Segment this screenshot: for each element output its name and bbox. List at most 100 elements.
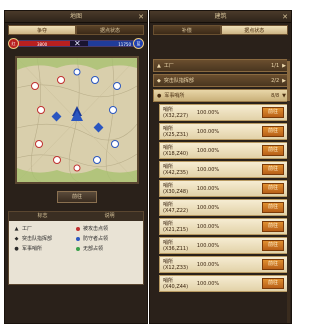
outpost-row: 哨所(X21,Z15) 100.00% 前往 [159, 218, 288, 235]
outpost-row: 哨所(X32,Z27) 100.00% 前往 [159, 104, 288, 121]
outpost-row: 哨所(X42,Z35) 100.00% 前往 [159, 161, 288, 178]
outpost-durability: 100.00% [196, 128, 220, 135]
outpost-durability: 100.00% [196, 204, 220, 211]
tab-compensation[interactable]: 补偿 [153, 25, 221, 35]
legend-header: 标志 说明 [9, 212, 143, 221]
outpost-go-button[interactable]: 前往 [262, 126, 284, 137]
tab-stronghold-status[interactable]: 据点状态 [76, 25, 144, 35]
outpost-name: 哨所(X47,Z22) [163, 202, 189, 214]
close-icon[interactable]: ✕ [282, 12, 288, 22]
legend-header-symbol: 标志 [37, 213, 48, 219]
map-panel: 地图 ✕ 争夺 据点状态 3800 11750 红 ✕ 蓝 前往 标志 说明 ▲… [4, 10, 148, 324]
building-list: ▲ 工厂 1/1 ▶ ◆ 突击队指挥部 2/2 ▶ ● 军事哨所 8/8 ▼ 哨… [153, 59, 290, 323]
outpost-go-button[interactable]: 前往 [262, 240, 284, 251]
factory-icon: ▲ [157, 62, 161, 69]
outpost-durability: 100.00% [196, 109, 220, 116]
outpost-go-button[interactable]: 前往 [262, 183, 284, 194]
outpost-go-button[interactable]: 前往 [262, 164, 284, 175]
close-icon[interactable]: ✕ [138, 12, 144, 22]
blue-score-value: 11750 [118, 42, 131, 47]
legend-commando-hq: ◆ 突击队指挥部 [13, 234, 76, 244]
commando-hq-icon: ◆ [14, 236, 19, 242]
outpost-name: 哨所(X18,Z40) [163, 145, 189, 157]
category-factory-label: 工厂 [163, 63, 174, 69]
legend-body: ▲ 工厂 ◆ 突击队指挥部 ● 军事哨所 被攻击点领 防守者占领 无部占领 [9, 221, 143, 257]
map-panel-title: 地图 ✕ [5, 11, 147, 23]
outpost-go-button[interactable]: 前往 [262, 259, 284, 270]
tab-contest[interactable]: 争夺 [8, 25, 76, 35]
blue-team-badge: 蓝 [133, 38, 144, 49]
chevron-right-icon: ▶ [282, 62, 286, 69]
legend-status-neutral: 无部占领 [76, 244, 139, 254]
building-title-text: 建筑 [214, 13, 227, 20]
outpost-name: 哨所(X25,Z31) [163, 126, 189, 138]
red-score-value: 3800 [37, 42, 48, 47]
legend-factory: ▲ 工厂 [13, 224, 76, 234]
chevron-down-icon: ▼ [282, 92, 286, 99]
legend-header-desc: 说明 [104, 213, 115, 219]
green-dot-icon [76, 247, 80, 251]
category-outpost[interactable]: ● 军事哨所 8/8 ▼ [153, 89, 290, 102]
red-team-badge: 红 [8, 38, 19, 49]
outpost-durability: 100.00% [196, 166, 220, 173]
chevron-right-icon: ▶ [282, 77, 286, 84]
category-commando-label: 突击队指挥部 [163, 78, 194, 84]
outpost-name: 哨所(X36,Z11) [163, 240, 189, 252]
category-outpost-label: 军事哨所 [164, 93, 185, 99]
status-defender-label: 防守者占领 [83, 236, 109, 242]
outpost-icon: ● [14, 246, 19, 252]
building-tabs: 补偿 据点状态 [153, 25, 288, 35]
outpost-icon: ● [157, 92, 162, 99]
outpost-row: 哨所(X36,Z11) 100.00% 前往 [159, 237, 288, 254]
outpost-durability: 100.00% [196, 280, 220, 287]
status-neutral-label: 无部占领 [83, 246, 104, 252]
factory-icon: ▲ [14, 226, 19, 232]
battle-map[interactable] [15, 56, 139, 184]
outpost-go-button[interactable]: 前往 [262, 145, 284, 156]
outpost-durability: 100.00% [196, 242, 220, 249]
legend-commando-label: 突击队指挥部 [22, 236, 53, 242]
legend-outpost-label: 军事哨所 [22, 246, 43, 252]
legend-outpost: ● 军事哨所 [13, 244, 76, 254]
outpost-name: 哨所(X32,Z27) [163, 107, 189, 119]
category-factory[interactable]: ▲ 工厂 1/1 ▶ [153, 59, 290, 72]
crossed-swords-icon: ✕ [74, 39, 81, 48]
outpost-name: 哨所(X40,Z44) [163, 278, 189, 290]
outpost-go-button[interactable]: 前往 [262, 278, 284, 289]
outpost-name: 哨所(X30,Z48) [163, 183, 189, 195]
outpost-row: 哨所(X30,Z48) 100.00% 前往 [159, 180, 288, 197]
category-commando-hq[interactable]: ◆ 突击队指挥部 2/2 ▶ [153, 74, 290, 87]
map-terrain [17, 58, 137, 182]
outpost-name: 哨所(X42,Z35) [163, 164, 189, 176]
outpost-name: 哨所(X21,Z15) [163, 221, 189, 233]
legend-types: ▲ 工厂 ◆ 突击队指挥部 ● 军事哨所 [13, 224, 76, 254]
outpost-go-button[interactable]: 前往 [262, 221, 284, 232]
legend-table: 标志 说明 ▲ 工厂 ◆ 突击队指挥部 ● 军事哨所 被攻击点领 防守者占领 无… [8, 211, 144, 285]
building-panel-title: 建筑 ✕ [150, 11, 291, 23]
scrollbar-thumb[interactable] [287, 61, 290, 101]
building-panel: 建筑 ✕ 补偿 据点状态 ▲ 工厂 1/1 ▶ ◆ 突击队指挥部 2/2 ▶ ●… [149, 10, 292, 324]
go-button[interactable]: 前往 [57, 191, 97, 203]
scrollbar[interactable] [287, 59, 290, 323]
outpost-rows: 哨所(X32,Z27) 100.00% 前往 哨所(X25,Z31) 100.00% 前往… [153, 104, 290, 292]
outpost-durability: 100.00% [196, 261, 220, 268]
category-commando-count: 2/2 [271, 77, 280, 84]
legend-factory-label: 工厂 [22, 226, 33, 232]
outpost-row: 哨所(X47,Z22) 100.00% 前往 [159, 199, 288, 216]
outpost-durability: 100.00% [196, 185, 220, 192]
tab-stronghold-status[interactable]: 据点状态 [220, 25, 288, 35]
legend-status-defender: 防守者占领 [76, 234, 139, 244]
commando-hq-icon: ◆ [157, 77, 161, 84]
outpost-name: 哨所(X12,Z33) [163, 259, 189, 271]
outpost-go-button[interactable]: 前往 [262, 107, 284, 118]
outpost-durability: 100.00% [196, 223, 220, 230]
outpost-go-button[interactable]: 前往 [262, 202, 284, 213]
category-factory-count: 1/1 [271, 62, 280, 69]
outpost-row: 哨所(X40,Z44) 100.00% 前往 [159, 275, 288, 292]
red-dot-icon [76, 227, 80, 231]
legend-statuses: 被攻击点领 防守者占领 无部占领 [76, 224, 139, 254]
blue-dot-icon [76, 237, 80, 241]
outpost-row: 哨所(X25,Z31) 100.00% 前往 [159, 123, 288, 140]
outpost-row: 哨所(X12,Z33) 100.00% 前往 [159, 256, 288, 273]
status-attacker-label: 被攻击点领 [83, 226, 109, 232]
